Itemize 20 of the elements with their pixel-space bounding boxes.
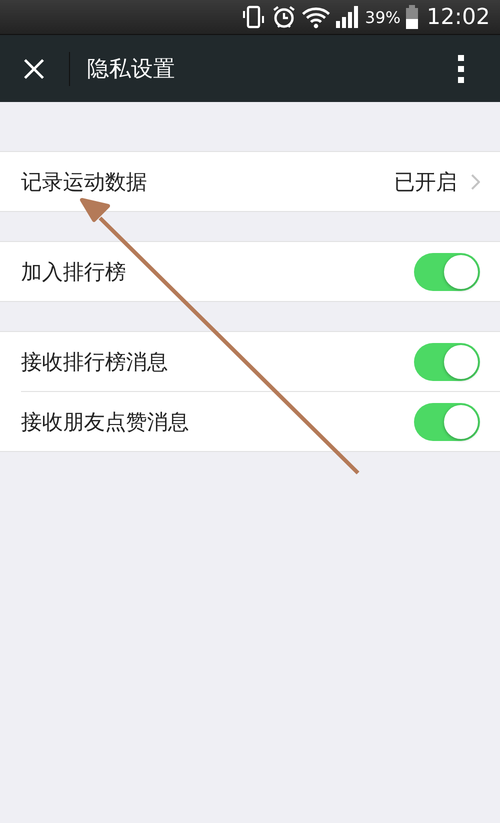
row-label: 加入排行榜 — [21, 258, 127, 286]
chevron-icon — [471, 174, 480, 190]
more-menu-button[interactable] — [457, 54, 465, 82]
page-title: 隐私设置 — [87, 56, 176, 84]
toggle-switch[interactable] — [414, 252, 480, 290]
row-value: 已开启 — [394, 168, 457, 196]
toggle-switch[interactable] — [414, 342, 480, 380]
row-label: 接收排行榜消息 — [21, 348, 169, 376]
settings-row[interactable]: 接收朋友点赞消息 — [21, 391, 500, 451]
close-button[interactable] — [23, 58, 45, 80]
alarm-icon — [271, 4, 298, 30]
settings-row[interactable]: 加入排行榜 — [0, 242, 500, 301]
row-label: 接收朋友点赞消息 — [21, 408, 190, 436]
battery-icon — [404, 4, 419, 30]
settings-row[interactable]: 接收排行榜消息 — [0, 332, 500, 391]
row-label: 记录运动数据 — [21, 168, 148, 196]
toggle-switch[interactable] — [414, 402, 480, 440]
clock-time: 12:02 — [426, 4, 490, 30]
battery-percent: 39% — [365, 8, 401, 26]
settings-row[interactable]: 记录运动数据 已开启 — [0, 152, 500, 211]
